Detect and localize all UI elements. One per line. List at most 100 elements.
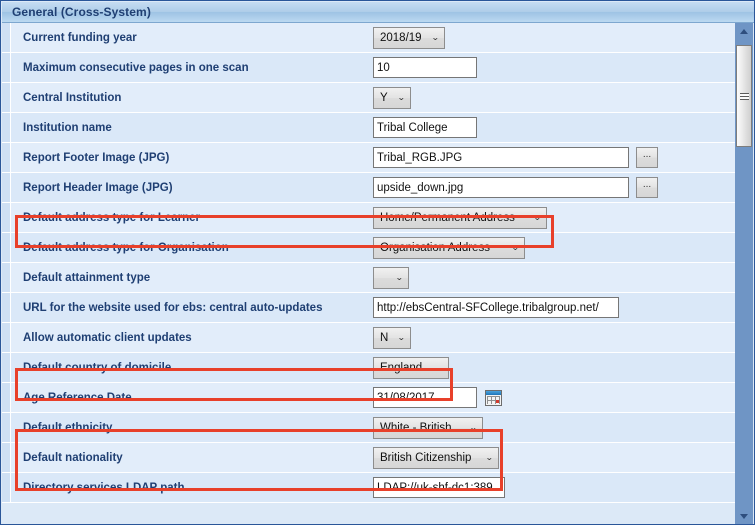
setting-label: Central Institution [23,91,122,104]
setting-dropdown[interactable]: Y ⌄ [373,86,411,109]
setting-textbox[interactable]: http://ebsCentral-SFCollege.tribalgroup.… [373,297,619,318]
settings-row: Report Footer Image (JPG) Tribal_RGB.JPG.… [2,143,737,173]
row-gutter [2,353,11,382]
triangle-down-icon [740,514,748,519]
row-gutter [2,113,11,142]
settings-row: Directory services LDAP path LDAP://uk-sh… [2,473,737,503]
setting-label: Directory services LDAP path [23,481,185,494]
setting-field: 10 [373,53,737,82]
dropdown-value: N [380,331,389,344]
row-gutter [2,443,11,472]
setting-label: Default nationality [23,451,123,464]
setting-dropdown[interactable]: British Citizenship ⌄ [373,446,499,469]
setting-field: ⌄ [373,263,737,292]
row-gutter [2,323,11,352]
setting-field: British Citizenship ⌄ [373,443,737,472]
settings-row: Default address type for Organisation Org… [2,233,737,263]
setting-field: http://ebsCentral-SFCollege.tribalgroup.… [373,293,737,322]
row-gutter [2,383,11,412]
setting-label: Age Reference Date [23,391,132,404]
settings-row: Default country of domicile England ⌄ [2,353,737,383]
setting-dropdown[interactable]: N ⌄ [373,326,411,349]
setting-label: Current funding year [23,31,137,44]
settings-row: Default ethnicity White - British ⌄ [2,413,737,443]
setting-textbox[interactable]: LDAP://uk-shf-dc1:389 [373,477,505,498]
row-gutter [2,53,11,82]
dropdown-value: British Citizenship [380,451,472,464]
dropdown-value: White - British [380,421,452,434]
row-gutter [2,473,11,502]
setting-label: URL for the website used for ebs: centra… [23,301,323,314]
scrollbar-thumb[interactable] [736,45,752,147]
setting-textbox[interactable]: 10 [373,57,477,78]
window-titlebar: General (Cross-System) [2,2,754,23]
chevron-down-icon: ⌄ [431,32,440,42]
setting-label: Report Header Image (JPG) [23,181,173,194]
chevron-down-icon: ⌄ [469,422,478,432]
calendar-icon[interactable] [485,389,502,406]
row-gutter [2,143,11,172]
setting-label: Default address type for Organisation [23,241,229,254]
browse-button[interactable]: ... [636,177,658,198]
setting-dropdown[interactable]: 2018/19 ⌄ [373,26,445,49]
dropdown-value: 2018/19 [380,31,422,44]
chevron-down-icon: ⌄ [435,362,444,372]
settings-row: Default nationality British Citizenship ⌄ [2,443,737,473]
setting-field: 2018/19 ⌄ [373,23,737,52]
setting-label: Default attainment type [23,271,151,284]
settings-row: Age Reference Date 31/08/2017 [2,383,737,413]
row-gutter [2,233,11,262]
row-gutter [2,293,11,322]
settings-row: Default attainment type ⌄ [2,263,737,293]
settings-row: Institution name Tribal College [2,113,737,143]
row-gutter [2,263,11,292]
setting-field: N ⌄ [373,323,737,352]
row-gutter [2,203,11,232]
settings-row: Central Institution Y ⌄ [2,83,737,113]
scroll-down-arrow-icon[interactable] [735,508,753,524]
settings-window: General (Cross-System) Current funding y… [0,0,755,525]
setting-dropdown[interactable]: White - British ⌄ [373,416,483,439]
row-gutter [2,173,11,202]
chevron-down-icon: ⌄ [511,242,520,252]
setting-textbox[interactable]: Tribal College [373,117,477,138]
dropdown-value: Organisation Address [380,241,490,254]
settings-grid: Current funding year 2018/19 ⌄ Maximum cons… [2,23,737,524]
settings-row: Report Header Image (JPG) upside_down.jpg… [2,173,737,203]
scroll-up-arrow-icon[interactable] [735,23,753,40]
vertical-scrollbar[interactable] [735,23,753,524]
settings-row: Default address type for Learner Home/Per… [2,203,737,233]
setting-label: Default address type for Learner [23,211,201,224]
dropdown-value: Home/Permanent Address [380,211,515,224]
settings-row: URL for the website used for ebs: centra… [2,293,737,323]
setting-field: upside_down.jpg... [373,173,737,202]
dropdown-value: England [380,361,423,374]
setting-field: White - British ⌄ [373,413,737,442]
setting-dropdown[interactable]: England ⌄ [373,356,449,379]
row-gutter [2,413,11,442]
settings-row: Current funding year 2018/19 ⌄ [2,23,737,53]
page-title: General (Cross-System) [12,5,151,19]
setting-label: Default country of domicile [23,361,172,374]
setting-label: Allow automatic client updates [23,331,192,344]
chevron-down-icon: ⌄ [533,212,542,222]
setting-dropdown[interactable]: ⌄ [373,266,409,289]
dropdown-value: Y [380,91,388,104]
setting-textbox[interactable]: Tribal_RGB.JPG [373,147,629,168]
setting-label: Report Footer Image (JPG) [23,151,170,164]
setting-dropdown[interactable]: Organisation Address ⌄ [373,236,525,259]
setting-field: Tribal_RGB.JPG... [373,143,737,172]
setting-field: Y ⌄ [373,83,737,112]
setting-label: Maximum consecutive pages in one scan [23,61,249,74]
setting-label: Default ethnicity [23,421,113,434]
triangle-up-icon [740,29,748,34]
setting-dropdown[interactable]: Home/Permanent Address ⌄ [373,206,547,229]
browse-button[interactable]: ... [636,147,658,168]
setting-field: Tribal College [373,113,737,142]
setting-textbox[interactable]: 31/08/2017 [373,387,477,408]
setting-field: LDAP://uk-shf-dc1:389 [373,473,737,502]
settings-row: Allow automatic client updates N ⌄ [2,323,737,353]
setting-textbox[interactable]: upside_down.jpg [373,177,629,198]
row-gutter [2,83,11,112]
chevron-down-icon: ⌄ [395,272,404,282]
